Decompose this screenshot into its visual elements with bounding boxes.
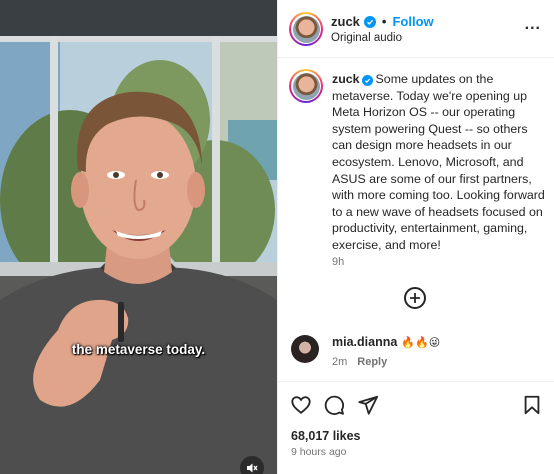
caption-username[interactable]: zuck — [332, 72, 360, 86]
load-more-comments-button[interactable] — [404, 287, 426, 309]
follow-button[interactable]: Follow — [392, 14, 433, 29]
paper-plane-icon[interactable] — [357, 394, 379, 416]
action-bar: 68,017 likes 9 hours ago — [278, 381, 554, 474]
comment-meta: 2m Reply — [332, 356, 387, 368]
author-row: zuck • Follow — [331, 14, 434, 29]
mute-button[interactable] — [240, 456, 264, 474]
speaker-muted-icon — [247, 463, 258, 473]
post-date[interactable]: 9 hours ago — [291, 446, 346, 458]
plus-circle-icon — [410, 293, 420, 303]
post-panel: zuck • Follow Original audio ... zuck Som… — [277, 0, 554, 474]
heart-icon[interactable] — [290, 394, 312, 416]
verified-badge-icon — [361, 75, 373, 86]
comment-header: mia.dianna 🔥🔥😜 — [332, 335, 440, 349]
video-player[interactable]: the metaverse today. — [0, 0, 277, 474]
comment-time: 2m — [332, 356, 348, 368]
more-dots-icon[interactable]: ... — [525, 17, 541, 33]
avatar[interactable] — [289, 12, 323, 46]
comment-text: 🔥🔥😜 — [401, 337, 441, 349]
commenter-avatar[interactable] — [291, 335, 319, 363]
post-header: zuck • Follow Original audio ... — [278, 0, 554, 58]
video-frame — [0, 0, 277, 474]
avatar[interactable] — [289, 69, 323, 103]
caption-text: zuck Some updates on the metaverse. Today… — [332, 71, 548, 254]
audio-link[interactable]: Original audio — [331, 32, 402, 44]
video-caption: the metaverse today. — [71, 342, 206, 357]
verified-badge-icon — [363, 15, 376, 28]
comment-bubble-icon[interactable] — [323, 394, 345, 416]
author-username[interactable]: zuck — [331, 14, 360, 29]
caption-body: Some updates on the metaverse. Today we'… — [332, 72, 545, 252]
likes-count[interactable]: 68,017 likes — [291, 429, 361, 443]
commenter-username[interactable]: mia.dianna — [332, 335, 397, 349]
post-timestamp[interactable]: 9h — [332, 256, 344, 268]
separator: • — [381, 14, 387, 29]
bookmark-icon[interactable] — [521, 394, 543, 416]
reply-button[interactable]: Reply — [357, 356, 387, 368]
